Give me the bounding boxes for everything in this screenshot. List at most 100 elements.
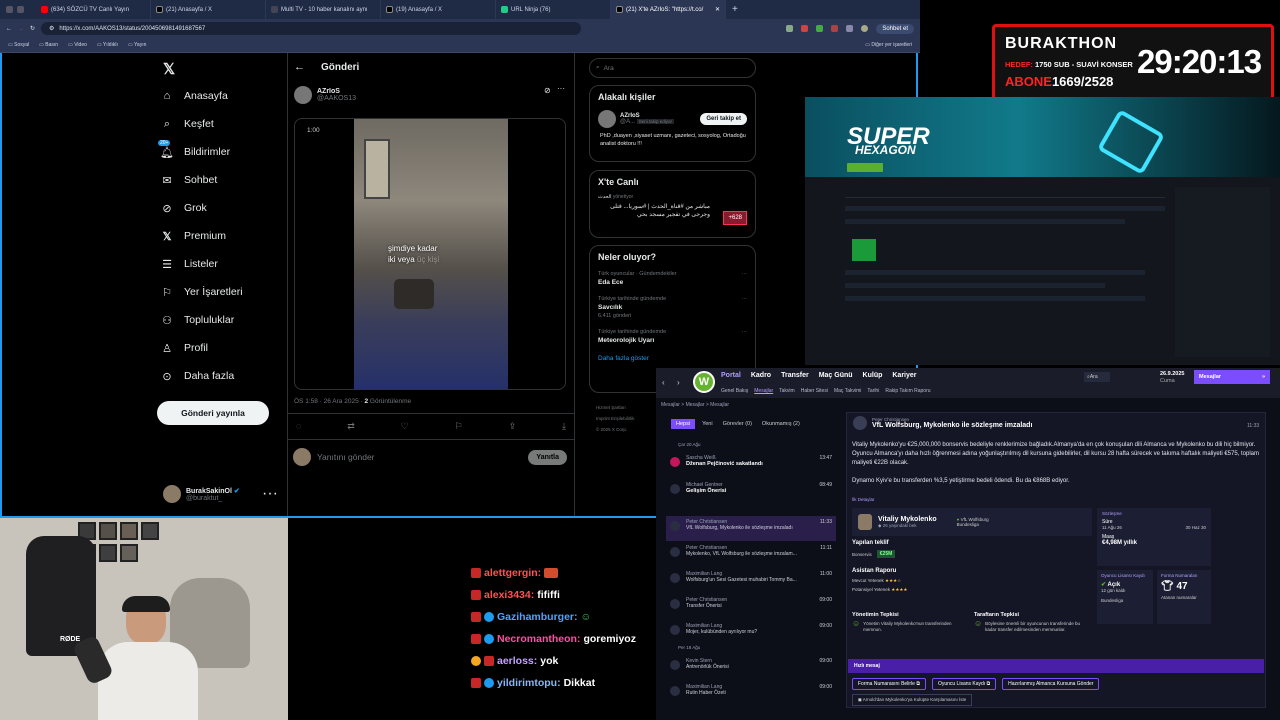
submenu-item[interactable]: Mesajlar — [754, 388, 773, 394]
grok-icon[interactable]: ⊘ — [544, 86, 551, 95]
submenu-item[interactable]: Haber Sitesi — [801, 388, 828, 394]
back-icon[interactable]: ‹ — [662, 378, 665, 387]
tab-x-post[interactable]: (21) X'te AZrIoS: "https://t.co/✕ — [611, 0, 726, 19]
nav-more[interactable]: ⊙ Daha fazla — [160, 369, 280, 383]
new-tab-button[interactable]: + — [726, 4, 744, 15]
x-logo[interactable]: 𝕏 — [163, 60, 175, 78]
menu-club[interactable]: Kulüp — [863, 372, 883, 379]
live-text[interactable]: مباشر من #قناة_الحدث | #سوريا... قتلى وج… — [598, 203, 710, 219]
menu-career[interactable]: Kariyer — [892, 372, 916, 379]
message-row[interactable]: Maximilian Lang Wolfsburg'un Sesi Gazetes… — [666, 568, 836, 593]
trend-item[interactable]: Türkiye tarihinde gündemde Meteorolojik U… — [598, 329, 747, 344]
extension-icon[interactable] — [786, 25, 794, 32]
search-input[interactable]: ⌕ Ara — [589, 58, 756, 78]
footer-link[interactable]: Imprint — [596, 416, 610, 421]
account-switcher[interactable]: BurakSakinOl ✔ @buraktut_ ··· — [163, 485, 278, 503]
extension-icon[interactable] — [831, 25, 839, 32]
message-row[interactable]: Sascha Weiß Dženan Pejčinović sakatlandı 1… — [666, 452, 836, 477]
forward-icon[interactable]: › — [677, 378, 680, 387]
tab-x-home-1[interactable]: (21) Anasayfa / X — [151, 0, 266, 19]
message-row-selected[interactable]: Peter Christiansen VfL Wolfsburg, Mykolen… — [666, 516, 836, 541]
avatar[interactable] — [861, 25, 869, 32]
post-button[interactable]: Gönderi yayınla — [157, 401, 269, 425]
post-author[interactable]: AZrIoS @AAKOS13 — [294, 86, 356, 104]
filter-new[interactable]: Yeni — [699, 419, 716, 429]
nav-chat[interactable]: ✉ Sohbet — [160, 173, 280, 187]
message-row[interactable]: Peter Christiansen Transfer Önerisi 09:00 — [666, 594, 836, 619]
club-badge-icon[interactable]: W — [693, 371, 715, 393]
reload-icon[interactable]: ↻ — [30, 25, 35, 32]
message-row[interactable]: Kevin Stern Antrenörlük Önerisi 09:00 — [666, 655, 836, 680]
chat-button[interactable]: Sohbet et — [876, 23, 914, 34]
bookmark-folder[interactable]: ▭ Basın — [39, 42, 58, 48]
reply-composer[interactable]: Yanıtını gönder Yanıtla — [293, 448, 567, 466]
bookmark-folder[interactable]: ▭ Yıldıklı — [97, 42, 118, 48]
like-icon[interactable]: ♡ — [401, 421, 409, 432]
message-row[interactable]: Peter Christiansen Mykolenko, VfL Wolfsbu… — [666, 542, 836, 567]
more-icon[interactable]: ··· — [557, 84, 565, 93]
url-bar[interactable]: ⚙ https://x.com/AAKOS13/status/2004506981… — [41, 22, 582, 35]
close-icon[interactable]: ✕ — [715, 6, 720, 13]
menu-portal[interactable]: Portal — [721, 372, 741, 379]
trend-item[interactable]: Türk oyuncular · Gündemdekiler Eda Ece ··… — [598, 271, 747, 286]
nav-notifications[interactable]: 🔔︎ 20+ Bildirimler — [158, 140, 280, 159]
menu-squad[interactable]: Kadro — [751, 372, 771, 379]
action-welcome-player[interactable]: ◼ Arnold'dan Mykolenko'ya Kulüpte Karşıl… — [852, 694, 973, 706]
nav-home[interactable]: ⌂ Anasayfa — [160, 89, 280, 103]
forward-icon[interactable]: → — [18, 26, 24, 32]
tab-multitv[interactable]: Multi TV - 10 haber kanalını aynı — [266, 0, 381, 19]
trend-item[interactable]: Türkiye tarihinde gündemde Savcılık 6.411 … — [598, 296, 747, 319]
action-set-number[interactable]: Forma Numarasını Belirle ⧉ — [852, 678, 926, 690]
reply-button[interactable]: Yanıtla — [528, 449, 567, 465]
bookmark-folder[interactable]: ▭ Yayın — [128, 42, 146, 48]
fm-search[interactable]: ⌕ Ara — [1084, 372, 1110, 382]
player-card[interactable]: Vitaliy Mykolenko ◆ 26 yaşındaki bek ● Vf… — [852, 508, 1092, 536]
nav-explore[interactable]: ⌕ Keşfet — [160, 117, 280, 131]
live-count-badge[interactable]: +628 — [723, 211, 747, 225]
nav-premium[interactable]: 𝕏 Premium — [160, 229, 280, 243]
extension-icon[interactable] — [816, 25, 824, 32]
back-icon[interactable]: ← — [6, 26, 12, 32]
message-row[interactable]: Maximilian Lang Rutin Haber Özeti 09:00 — [666, 681, 836, 706]
nav-communities[interactable]: ⚇ Topluluklar — [160, 313, 280, 327]
filter-tasks[interactable]: Görevler (0) — [720, 419, 755, 429]
more-icon[interactable]: ··· — [262, 485, 278, 503]
menu-transfer[interactable]: Transfer — [781, 372, 809, 379]
download-icon[interactable]: ⤓ — [562, 421, 566, 432]
bookmark-folder[interactable]: ▭ Sosyal — [8, 42, 29, 48]
extension-icon[interactable] — [846, 25, 854, 32]
menu-matchday[interactable]: Maç Günü — [819, 372, 853, 379]
nav-profile[interactable]: ♙ Profil — [160, 341, 280, 355]
bookmark-folder[interactable]: ▭ Video — [68, 42, 87, 48]
footer-link[interactable]: Hizmet Şartları — [596, 405, 626, 410]
tab-sozcu[interactable]: (634) SÖZCÜ TV Canlı Yayın — [36, 0, 151, 19]
submenu-item[interactable]: Takvim — [779, 388, 795, 394]
play-button[interactable] — [847, 163, 883, 172]
nav-lists[interactable]: ☰ Listeler — [160, 257, 280, 271]
more-icon[interactable]: ··· — [742, 296, 748, 302]
window-controls[interactable] — [0, 6, 36, 13]
action-register-license[interactable]: Oyuncu Lisans Kaydı ⧉ — [931, 678, 997, 690]
tab-url-ninja[interactable]: URL Ninja (76) — [496, 0, 611, 19]
fm-continue-button[interactable]: Mesajlar» — [1194, 370, 1270, 384]
related-user[interactable]: AZrIoS @A... Seni takip ediyor Geri taki… — [598, 110, 747, 128]
reply-icon[interactable]: ◌ — [296, 421, 301, 432]
site-info-icon[interactable]: ⚙ — [49, 25, 54, 32]
other-bookmarks[interactable]: ▭ Diğer yer işaretleri — [865, 42, 912, 48]
back-icon[interactable]: ← — [294, 61, 305, 73]
message-row[interactable]: Michael Gentner Gelişim Önerisi 08:49 — [666, 479, 836, 504]
bookmark-icon[interactable]: ⚐ — [455, 421, 463, 432]
submenu-item[interactable]: Tarihi — [867, 388, 879, 394]
share-icon[interactable]: ⇪ — [509, 421, 517, 432]
submenu-item[interactable]: Rakip Takım Raporu — [885, 388, 930, 394]
nav-grok[interactable]: ⊘ Grok — [160, 201, 280, 215]
filter-all[interactable]: Hepsi — [671, 419, 696, 429]
submenu-item[interactable]: Genel Bakış — [721, 388, 748, 394]
repost-icon[interactable]: ⇄ — [347, 421, 355, 432]
more-icon[interactable]: ··· — [742, 271, 748, 277]
footer-link[interactable]: Erişilebilirlik — [611, 416, 635, 421]
filter-unread[interactable]: Okunmamış (2) — [759, 419, 803, 429]
submenu-item[interactable]: Maç Takvimi — [834, 388, 861, 394]
show-more-link[interactable]: Daha fazla göster — [598, 355, 747, 362]
action-language-course[interactable]: Hazırlanmış Almanca Kursuna Gönder — [1002, 678, 1100, 690]
